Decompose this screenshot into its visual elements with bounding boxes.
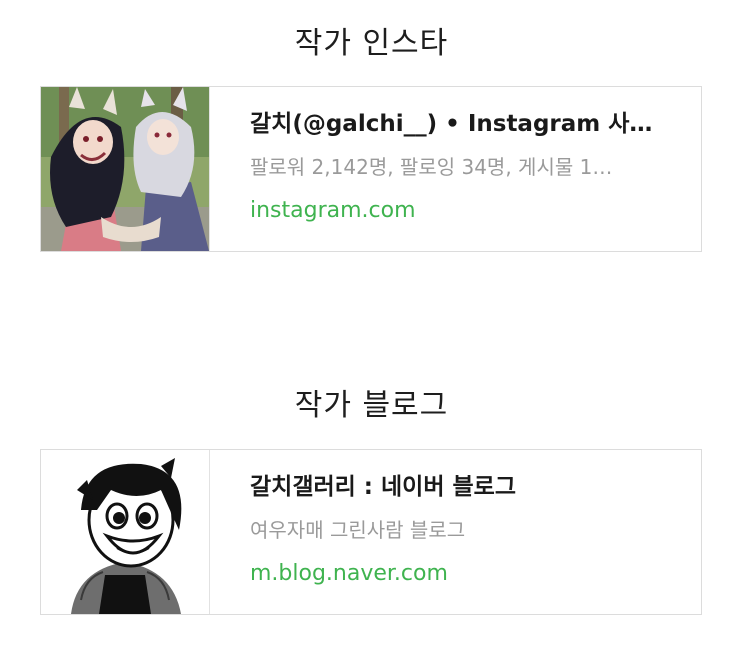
blog-link-card[interactable]: 갈치갤러리 : 네이버 블로그 여우자매 그린사람 블로그 m.blog.nav…	[40, 449, 702, 615]
instagram-card-text: 갈치(@galchi__) • Instagram 사진… 팔로워 2,142명…	[210, 87, 701, 251]
instagram-card-url[interactable]: instagram.com	[250, 197, 701, 225]
blog-card-title: 갈치갤러리 : 네이버 블로그	[250, 474, 516, 500]
anime-illustration-image	[41, 87, 209, 251]
instagram-thumbnail	[41, 87, 210, 251]
blog-card-url[interactable]: m.blog.naver.com	[250, 560, 701, 588]
instagram-section-heading: 작가 인스타	[294, 26, 449, 61]
blog-card-text: 갈치갤러리 : 네이버 블로그 여우자매 그린사람 블로그 m.blog.nav…	[210, 450, 701, 614]
blog-section-heading: 작가 블로그	[294, 388, 449, 423]
blog-thumbnail	[41, 450, 210, 614]
instagram-card-title: 갈치(@galchi__) • Instagram 사진…	[250, 111, 666, 137]
instagram-link-card[interactable]: 갈치(@galchi__) • Instagram 사진… 팔로워 2,142명…	[40, 86, 702, 252]
smiling-boy-avatar-image	[41, 450, 209, 614]
blog-card-description: 여우자매 그린사람 블로그	[250, 518, 466, 542]
instagram-card-description: 팔로워 2,142명, 팔로잉 34명, 게시물 1…	[250, 155, 613, 179]
